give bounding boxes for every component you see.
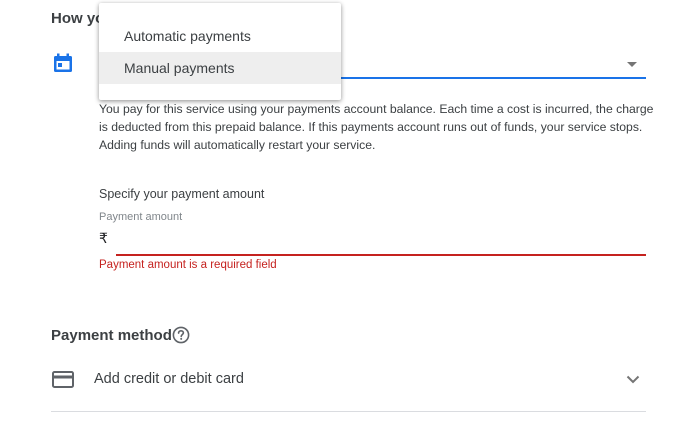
amount-prompt: Specify your payment amount [99,187,265,201]
chevron-down-icon[interactable] [626,375,640,384]
divider [51,411,646,412]
dropdown-arrow-icon[interactable] [627,62,637,67]
help-circle-icon[interactable] [172,326,190,344]
section-heading: How yo [51,10,105,27]
amount-error-message: Payment amount is a required field [99,259,277,271]
payment-description: You pay for this service using your paym… [99,102,654,152]
payment-type-dropdown: Automatic payments Manual payments [99,3,341,100]
amount-field-label: Payment amount [99,211,183,223]
calendar-icon [54,53,72,72]
add-card-label[interactable]: Add credit or debit card [94,371,244,387]
amount-input-underline [116,254,646,256]
payment-amount-input[interactable] [116,228,650,254]
option-manual-payments[interactable]: Manual payments [99,52,341,84]
currency-symbol: ₹ [99,230,108,246]
payment-method-heading: Payment method [51,327,172,344]
option-automatic-payments[interactable]: Automatic payments [99,20,341,52]
credit-card-icon [52,371,74,388]
